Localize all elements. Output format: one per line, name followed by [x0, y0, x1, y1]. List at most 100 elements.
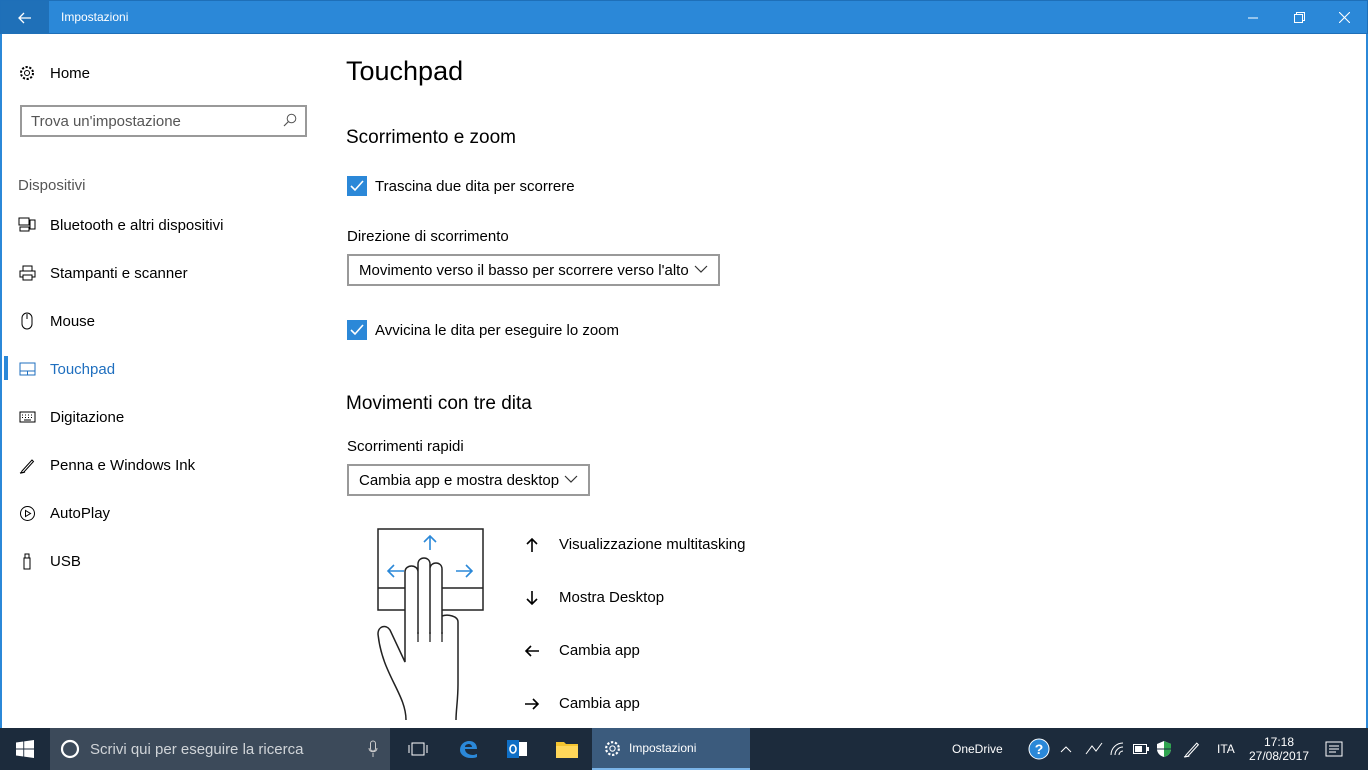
- sidebar-item-typing[interactable]: Digitazione: [18, 403, 124, 431]
- dropdown-value: Cambia app e mostra desktop: [359, 471, 560, 489]
- bluetooth-devices-icon: [18, 216, 36, 234]
- language-indicator[interactable]: ITA: [1217, 728, 1235, 770]
- restore-icon: [1293, 12, 1305, 23]
- show-hidden-icons-button[interactable]: [1060, 728, 1072, 770]
- gesture-left-row: Cambia app: [522, 642, 640, 659]
- sidebar-item-label: Mouse: [50, 312, 96, 330]
- onedrive-tray-label[interactable]: OneDrive: [952, 728, 1003, 770]
- swipes-dropdown[interactable]: Cambia app e mostra desktop: [347, 464, 590, 496]
- sidebar-item-mouse[interactable]: Mouse: [18, 307, 95, 335]
- sidebar-home-label: Home: [50, 64, 91, 82]
- pinch-zoom-checkbox[interactable]: Avvicina le dita per eseguire lo zoom: [347, 320, 619, 340]
- clock-time: 17:18: [1263, 735, 1295, 749]
- windows-logo-icon: [16, 740, 34, 758]
- outlook-icon: [507, 740, 527, 758]
- network-utility-icon: [1085, 742, 1103, 755]
- scroll-zoom-heading: Scorrimento e zoom: [346, 127, 517, 148]
- taskbar-search-placeholder: Scrivi qui per eseguire la ricerca: [90, 740, 304, 758]
- settings-window: Home Trova un'impostazione Dispositivi B…: [0, 34, 1368, 728]
- sidebar-section-label: Dispositivi: [18, 177, 86, 194]
- dropdown-value: Movimento verso il basso per scorrere ve…: [359, 261, 689, 279]
- active-indicator: [4, 356, 8, 380]
- close-icon: [1338, 12, 1350, 23]
- gesture-right-row: Cambia app: [522, 695, 640, 712]
- sidebar-item-usb[interactable]: USB: [18, 547, 81, 575]
- battery-tray-button[interactable]: [1133, 728, 1149, 770]
- help-tray-button[interactable]: ?: [1028, 728, 1050, 770]
- gesture-label: Cambia app: [559, 642, 640, 659]
- swipes-label: Scorrimenti rapidi: [347, 438, 464, 455]
- microphone-icon: [368, 740, 378, 757]
- sidebar-item-autoplay[interactable]: AutoPlay: [18, 499, 110, 527]
- back-arrow-icon: [18, 12, 31, 23]
- task-view-icon: [408, 742, 428, 756]
- start-button[interactable]: [0, 728, 50, 770]
- scroll-direction-label: Direzione di scorrimento: [347, 228, 509, 245]
- wifi-tray-button[interactable]: [1110, 728, 1126, 770]
- taskbar: Scrivi qui per eseguire la ricerca Impos…: [0, 728, 1368, 770]
- sidebar-item-bluetooth[interactable]: Bluetooth e altri dispositivi: [18, 211, 223, 239]
- taskbar-search-input[interactable]: Scrivi qui per eseguire la ricerca: [50, 728, 390, 770]
- settings-search-input[interactable]: Trova un'impostazione: [20, 105, 307, 137]
- close-button[interactable]: [1321, 1, 1367, 34]
- minimize-icon: [1248, 17, 1258, 18]
- sidebar-item-label: Penna e Windows Ink: [50, 456, 196, 474]
- arrow-up-icon: [522, 537, 542, 553]
- autoplay-icon: [18, 504, 36, 522]
- restore-button[interactable]: [1276, 1, 1322, 34]
- security-tray-button[interactable]: [1156, 728, 1172, 770]
- search-icon: [283, 113, 297, 127]
- arrow-down-icon: [522, 590, 542, 606]
- sidebar-home[interactable]: Home: [18, 59, 90, 87]
- checkbox-checked-icon: [347, 176, 367, 196]
- gesture-down-row: Mostra Desktop: [522, 589, 664, 606]
- minimize-button[interactable]: [1230, 1, 1276, 34]
- file-explorer-button[interactable]: [547, 728, 587, 770]
- window-title: Impostazioni: [61, 10, 129, 24]
- sidebar-item-printers[interactable]: Stampanti e scanner: [18, 259, 188, 287]
- mouse-icon: [18, 312, 36, 330]
- sidebar-item-label: Bluetooth e altri dispositivi: [50, 216, 224, 234]
- usb-icon: [18, 552, 36, 570]
- two-finger-scroll-checkbox[interactable]: Trascina due dita per scorrere: [347, 176, 575, 196]
- taskbar-settings-app[interactable]: Impostazioni: [592, 728, 750, 770]
- clock[interactable]: 17:18 27/08/2017: [1249, 728, 1309, 770]
- cortana-icon: [60, 739, 80, 759]
- printer-icon: [18, 264, 36, 282]
- notifications-icon: [1325, 741, 1343, 757]
- checkbox-checked-icon: [347, 320, 367, 340]
- battery-icon: [1133, 744, 1149, 754]
- tray-icon-1[interactable]: [1085, 728, 1103, 770]
- three-finger-heading: Movimenti con tre dita: [346, 393, 532, 414]
- edge-button[interactable]: [448, 728, 488, 770]
- arrow-left-icon: [522, 644, 542, 658]
- sidebar-item-label: Digitazione: [50, 408, 125, 426]
- scroll-direction-dropdown[interactable]: Movimento verso il basso per scorrere ve…: [347, 254, 720, 286]
- sidebar-item-pen[interactable]: Penna e Windows Ink: [18, 451, 195, 479]
- chevron-up-icon: [1060, 746, 1072, 753]
- chevron-down-icon: [694, 265, 708, 273]
- action-center-button[interactable]: [1325, 728, 1343, 770]
- help-icon: ?: [1028, 738, 1050, 760]
- gesture-up-row: Visualizzazione multitasking: [522, 536, 745, 553]
- gesture-label: Cambia app: [559, 695, 640, 712]
- clock-date: 27/08/2017: [1248, 749, 1310, 763]
- pen-icon: [18, 456, 36, 474]
- gear-icon: [18, 64, 36, 82]
- checkbox-label: Trascina due dita per scorrere: [375, 177, 575, 195]
- pen-tray-button[interactable]: [1183, 728, 1201, 770]
- back-button[interactable]: [1, 1, 49, 34]
- task-view-button[interactable]: [398, 728, 438, 770]
- three-finger-illustration: [377, 528, 484, 721]
- language-label: ITA: [1217, 742, 1235, 756]
- chevron-down-icon: [564, 475, 578, 483]
- keyboard-icon: [18, 408, 36, 426]
- sidebar-item-touchpad[interactable]: Touchpad: [18, 355, 115, 383]
- outlook-button[interactable]: [497, 728, 537, 770]
- gesture-label: Visualizzazione multitasking: [559, 536, 746, 553]
- gear-icon: [605, 740, 620, 756]
- onedrive-label: OneDrive: [952, 742, 1003, 756]
- sidebar-item-label: USB: [50, 552, 81, 570]
- pen-workspace-icon: [1183, 742, 1200, 758]
- gesture-label: Mostra Desktop: [559, 589, 665, 606]
